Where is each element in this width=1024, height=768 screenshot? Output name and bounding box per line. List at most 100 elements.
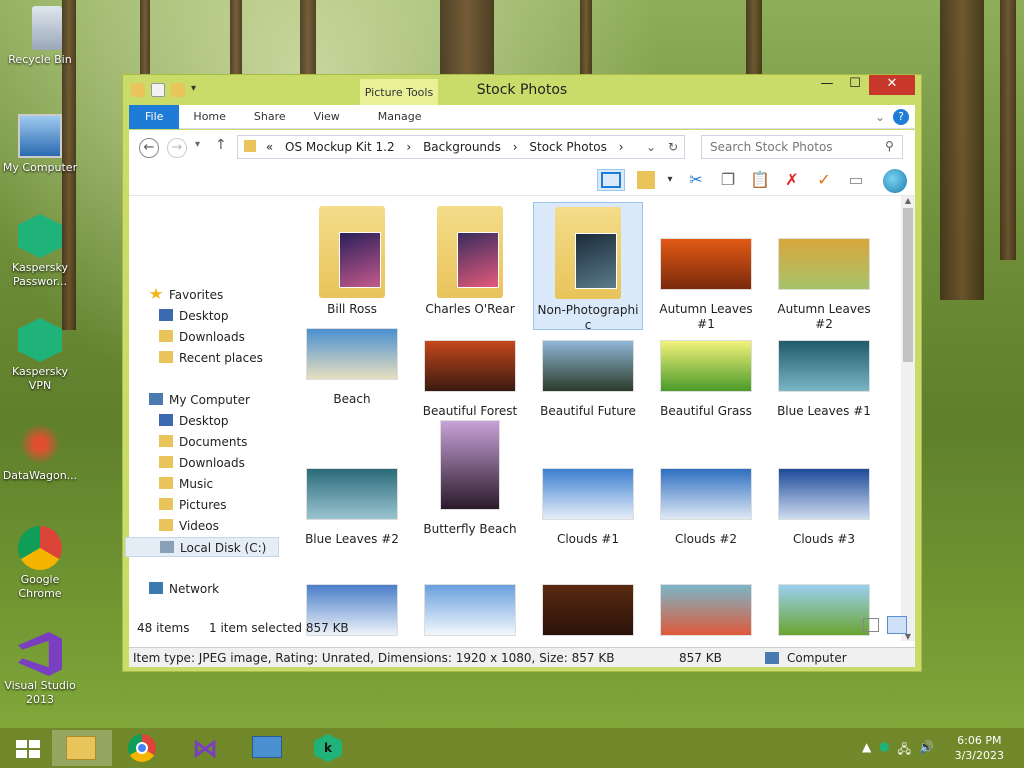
desktop-icon-label: Kaspersky VPN	[12, 365, 68, 392]
delete-icon[interactable]: ✗	[781, 169, 803, 191]
tab-share[interactable]: Share	[240, 105, 300, 129]
image-item[interactable]: Clouds #5	[415, 548, 525, 641]
window-title: Stock Photos	[476, 82, 568, 98]
taskbar-visual-studio[interactable]: ⋈	[176, 730, 236, 766]
taskbar-file-explorer[interactable]	[52, 730, 112, 766]
volume-icon[interactable]: 🔊	[919, 740, 934, 761]
desktop-icon[interactable]: Kaspersky Passwor...	[0, 214, 80, 289]
tab-home[interactable]: Home	[179, 105, 239, 129]
taskbar-chrome[interactable]	[114, 730, 174, 766]
copy-icon[interactable]: ❐	[717, 169, 739, 191]
nav-item[interactable]: Desktop	[159, 306, 229, 326]
image-item[interactable]: Beach	[297, 328, 407, 432]
scroll-up-icon[interactable]: ▲	[901, 196, 915, 205]
clock[interactable]: 6:06 PM 3/3/2023	[955, 733, 1004, 763]
tab-file[interactable]: File	[129, 104, 180, 129]
folder-options-icon[interactable]	[637, 171, 655, 189]
chevron-down-icon[interactable]: ⌄	[875, 110, 885, 124]
image-item[interactable]: Butterfly Beach	[415, 420, 525, 536]
desktop-icon[interactable]: Google Chrome	[0, 526, 80, 601]
taskbar-kaspersky[interactable]: k	[300, 730, 360, 766]
details-view-icon[interactable]	[863, 618, 879, 632]
rename-icon[interactable]: ✓	[813, 169, 835, 191]
paste-icon[interactable]: 📋	[749, 169, 771, 191]
chevron-down-icon[interactable]: ▾	[659, 169, 681, 191]
preview-pane-icon[interactable]	[597, 169, 625, 191]
network-icon[interactable]: 🖧	[898, 740, 911, 761]
large-icons-view-icon[interactable]	[887, 616, 907, 634]
maximize-button[interactable]: ☐	[841, 75, 869, 95]
breadcrumb-separator[interactable]: ›	[406, 140, 411, 154]
desktop-icon[interactable]: DataWagon...	[0, 422, 80, 483]
nav-item[interactable]: Recent places	[159, 348, 263, 368]
tab-manage[interactable]: Manage	[364, 105, 436, 129]
back-button[interactable]: ←	[139, 138, 159, 158]
up-arrow-icon[interactable]: ↑	[215, 137, 227, 153]
desktop-icon[interactable]: Visual Studio 2013	[0, 632, 80, 707]
breadcrumb-separator[interactable]: ›	[513, 140, 518, 154]
nav-item[interactable]: Videos	[159, 516, 219, 536]
recent-locations-icon[interactable]: ▾	[195, 139, 200, 150]
kaspersky-tray-icon[interactable]: ⬢	[879, 740, 889, 761]
title-bar[interactable]: ▾ Picture Tools Stock Photos — ☐ ✕	[123, 75, 921, 105]
minimize-button[interactable]: —	[813, 75, 841, 95]
image-item[interactable]: Beautiful Future	[533, 332, 643, 432]
window-controls: — ☐ ✕	[813, 75, 915, 95]
help-icon[interactable]: ?	[893, 109, 909, 125]
nav-item[interactable]: Documents	[159, 432, 247, 452]
tab-view[interactable]: View	[300, 105, 354, 129]
image-item[interactable]: Blue Leaves #1	[769, 332, 879, 432]
nav-item[interactable]: Favorites	[149, 285, 223, 305]
nav-item[interactable]: Pictures	[159, 495, 227, 515]
desktop-icon-label: Recycle Bin	[8, 53, 72, 66]
nav-item-label: Documents	[179, 435, 248, 449]
folder-item[interactable]: Bill Ross	[297, 202, 407, 330]
search-input[interactable]: Search Stock Photos	[701, 135, 903, 159]
nav-item[interactable]: Music	[159, 474, 213, 494]
chevron-down-icon[interactable]: ⌄	[646, 136, 656, 158]
folder-icon	[437, 206, 503, 298]
properties-icon[interactable]: ▭	[845, 169, 867, 191]
image-item[interactable]: Beautiful Grass	[651, 332, 761, 432]
address-overflow[interactable]: «	[266, 140, 273, 154]
image-item[interactable]: Clouds #2	[651, 432, 761, 546]
scrollbar-thumb[interactable]	[903, 208, 913, 362]
cut-icon[interactable]: ✂	[685, 169, 707, 191]
nav-item[interactable]: Network	[149, 579, 219, 599]
nav-item[interactable]: Downloads	[159, 327, 245, 347]
breadcrumb-backgrounds[interactable]: Backgrounds	[423, 140, 501, 154]
nav-item[interactable]: My Computer	[149, 390, 250, 410]
image-item[interactable]: Autumn Leaves #2	[769, 202, 879, 331]
close-button[interactable]: ✕	[869, 75, 915, 95]
search-icon[interactable]: ⚲	[885, 139, 894, 153]
nav-item[interactable]: Local Disk (C:)	[125, 537, 279, 557]
start-button[interactable]	[4, 730, 48, 766]
breadcrumb-os-mockup-kit[interactable]: OS Mockup Kit 1.2	[285, 140, 395, 154]
desktop-icon	[159, 309, 173, 321]
show-hidden-icons[interactable]: ▲	[862, 740, 871, 761]
taskbar-control-panel[interactable]	[238, 730, 298, 766]
forward-button[interactable]: →	[167, 138, 187, 158]
desktop-icon[interactable]: Kaspersky VPN	[0, 318, 80, 393]
image-item[interactable]: Clouds #3	[769, 432, 879, 546]
nav-item[interactable]: Desktop	[159, 411, 229, 431]
desktop-icon[interactable]: My Computer	[0, 114, 80, 175]
breadcrumb-separator[interactable]: ›	[619, 140, 624, 154]
folder-item[interactable]: Non-Photographic	[533, 202, 643, 332]
nav-item[interactable]: Downloads	[159, 453, 245, 473]
breadcrumb-stock-photos[interactable]: Stock Photos	[529, 140, 607, 154]
refresh-icon[interactable]: ↻	[668, 136, 678, 158]
scrollbar[interactable]: ▲ ▼	[901, 196, 915, 641]
item-label: Blue Leaves #2	[305, 532, 399, 546]
address-bar[interactable]: « OS Mockup Kit 1.2 › Backgrounds › Stoc…	[237, 135, 685, 159]
image-item[interactable]: Blue Leaves #2	[297, 432, 407, 546]
image-item[interactable]: Beautiful Forest	[415, 332, 525, 432]
image-item[interactable]: Clouds #1	[533, 432, 643, 546]
image-item[interactable]: Autumn Leaves #1	[651, 202, 761, 331]
network-icon	[149, 582, 163, 594]
folder-item[interactable]: Charles O'Rear	[415, 202, 525, 330]
desktop-icon[interactable]: Recycle Bin	[0, 6, 80, 67]
image-item[interactable]: Colorful Leaves	[651, 548, 761, 641]
globe-icon[interactable]	[883, 169, 907, 193]
image-item[interactable]: Coffee Beans	[533, 548, 643, 641]
